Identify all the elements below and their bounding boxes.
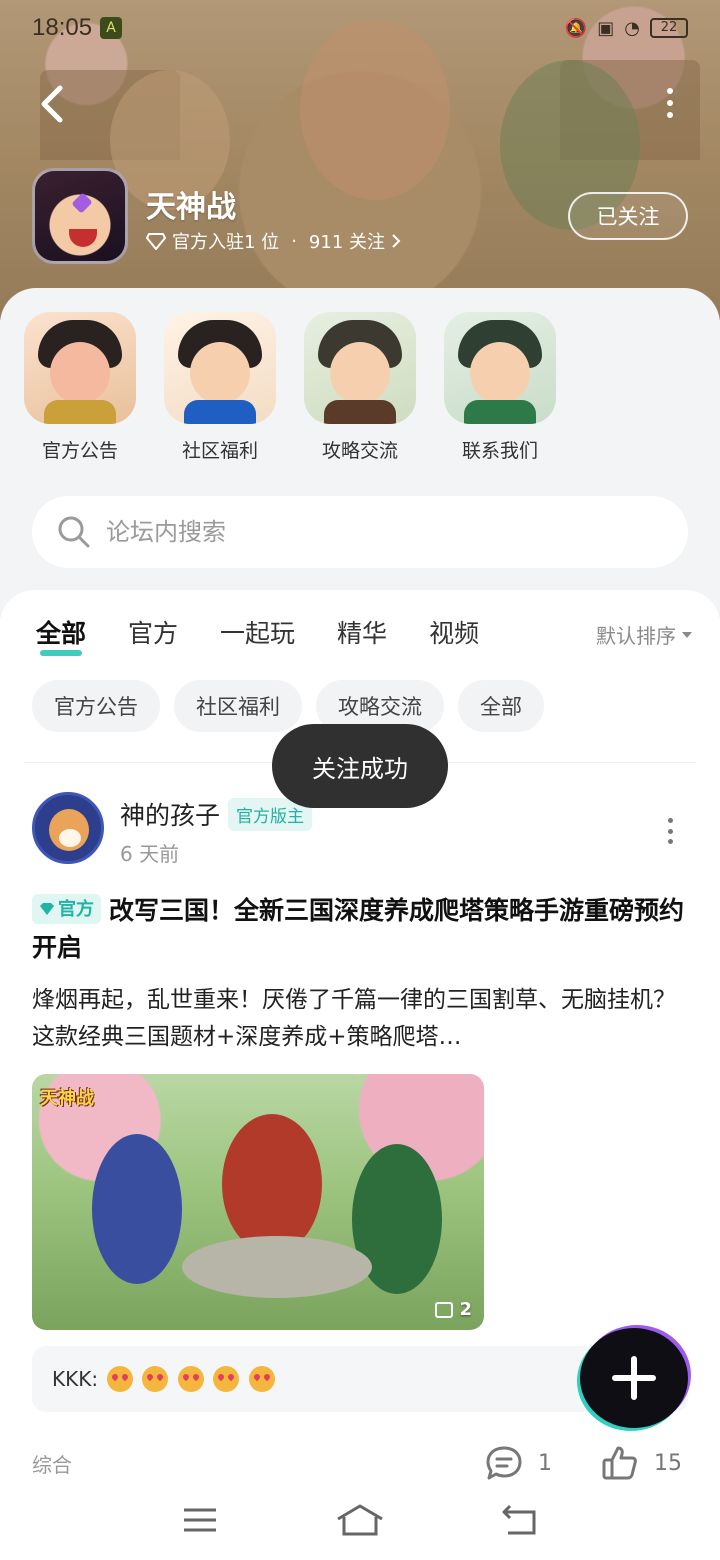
contact-us-avatar xyxy=(444,312,556,424)
heart-diamond-icon xyxy=(40,903,54,915)
toast-follow-success: 关注成功 xyxy=(272,724,448,808)
comment-button[interactable]: 1 xyxy=(484,1444,552,1482)
shortcut-official-announce[interactable]: 官方公告 xyxy=(24,312,136,463)
image-table xyxy=(182,1236,372,1298)
heart-eyes-emoji-icon xyxy=(248,1366,275,1393)
chevron-right-icon xyxy=(392,234,401,248)
chevron-left-icon xyxy=(41,85,63,123)
diamond-icon xyxy=(146,233,166,250)
sort-dropdown[interactable]: 默认排序 xyxy=(596,620,692,649)
sort-label: 默认排序 xyxy=(596,624,676,648)
thumbs-up-icon xyxy=(602,1446,637,1480)
post-image[interactable]: 天神战 2 xyxy=(32,1074,484,1330)
strategy-exchange-avatar xyxy=(304,312,416,424)
shortcut-panel: 官方公告 社区福利 攻略交流 联系我们 xyxy=(0,288,720,618)
status-time: 18:05 xyxy=(32,14,93,41)
author-avatar[interactable] xyxy=(32,792,104,864)
image-count: 2 xyxy=(435,1299,472,1320)
shortcut-strategy-exchange[interactable]: 攻略交流 xyxy=(304,312,416,463)
comment-emojis xyxy=(104,1366,275,1393)
app-notification-icon: A xyxy=(100,17,123,39)
chip-all[interactable]: 全部 xyxy=(458,680,544,732)
back-button[interactable] xyxy=(34,82,74,126)
post-author[interactable]: 神的孩子 官方版主 xyxy=(120,796,313,832)
official-announce-avatar xyxy=(24,312,136,424)
search-bar[interactable] xyxy=(32,496,688,568)
tab-video[interactable]: 视频 xyxy=(429,614,479,658)
meta-separator: · xyxy=(291,230,297,252)
author-name: 神的孩子 xyxy=(120,801,221,830)
back-arrow-icon xyxy=(502,1504,536,1535)
like-count: 15 xyxy=(654,1450,682,1476)
comment-user: KKK: xyxy=(52,1367,99,1391)
post-footer: 综合 1 15 xyxy=(32,1444,682,1482)
follower-count: 911 关注 xyxy=(308,232,385,253)
search-icon xyxy=(58,516,90,548)
comment-count: 1 xyxy=(538,1450,552,1476)
create-post-button[interactable] xyxy=(580,1328,688,1428)
battery-icon: 22 xyxy=(650,18,688,38)
feed-tabs: 全部 官方 一起玩 精华 视频 xyxy=(36,614,479,658)
official-count: 官方入驻1 位 xyxy=(172,232,280,253)
tab-featured[interactable]: 精华 xyxy=(337,614,387,658)
shortcut-community-welfare[interactable]: 社区福利 xyxy=(164,312,276,463)
forum-banner: 18:05 A 🔕 ▣ ◔ 22 天神战 官方入驻1 位 · 911 关注 已关… xyxy=(0,0,720,320)
chip-community-welfare[interactable]: 社区福利 xyxy=(174,680,302,732)
forum-meta[interactable]: 官方入驻1 位 · 911 关注 xyxy=(146,228,401,254)
tab-all[interactable]: 全部 xyxy=(36,614,86,658)
heart-eyes-emoji-icon xyxy=(142,1366,169,1393)
post-more-button[interactable] xyxy=(666,818,674,844)
status-bar: 18:05 A 🔕 ▣ ◔ 22 xyxy=(0,0,720,56)
image-wordmark: 天神战 xyxy=(40,1088,94,1109)
official-tag: 官方 xyxy=(32,894,101,924)
heart-eyes-emoji-icon xyxy=(177,1366,204,1393)
post-title[interactable]: 官方 改写三国！全新三国深度养成爬塔策略手游重磅预约开启 xyxy=(32,892,692,966)
post-title-text: 改写三国！全新三国深度养成爬塔策略手游重磅预约开启 xyxy=(32,896,685,962)
wifi-icon: ◔ xyxy=(624,17,640,39)
community-welfare-avatar xyxy=(164,312,276,424)
plus-icon xyxy=(612,1356,656,1400)
follow-button[interactable]: 已关注 xyxy=(568,192,688,240)
forum-avatar xyxy=(32,168,128,264)
comment-icon xyxy=(486,1446,522,1480)
home-nav-button[interactable] xyxy=(330,1500,390,1540)
more-options-button[interactable] xyxy=(660,88,680,118)
image-character xyxy=(222,1114,322,1254)
tab-official[interactable]: 官方 xyxy=(128,614,178,658)
image-character xyxy=(92,1134,182,1284)
system-navigation-bar xyxy=(0,1480,720,1560)
search-input[interactable] xyxy=(106,518,666,546)
post-category: 综合 xyxy=(32,1452,72,1477)
caret-down-icon xyxy=(682,631,692,638)
sim-icon: ▣ xyxy=(597,17,615,39)
image-stack-icon xyxy=(435,1301,454,1318)
menu-nav-button[interactable] xyxy=(170,1500,230,1540)
post-excerpt[interactable]: 烽烟再起，乱世重来！厌倦了千篇一律的三国割草、无脑挂机？这款经典三国题材+深度养… xyxy=(32,982,688,1056)
shortcut-list: 官方公告 社区福利 攻略交流 联系我们 xyxy=(24,312,556,463)
tab-play-together[interactable]: 一起玩 xyxy=(220,614,295,658)
menu-icon xyxy=(184,1508,216,1532)
shortcut-contact-us[interactable]: 联系我们 xyxy=(444,312,556,463)
post-time: 6 天前 xyxy=(120,842,180,866)
like-button[interactable]: 15 xyxy=(600,1444,682,1482)
home-icon xyxy=(337,1504,383,1536)
feed-card: 全部 官方 一起玩 精华 视频 默认排序 官方公告 社区福利 攻略交流 全部 关… xyxy=(0,590,720,1560)
heart-eyes-emoji-icon xyxy=(213,1366,240,1393)
forum-title: 天神战 xyxy=(146,190,236,225)
heart-eyes-emoji-icon xyxy=(107,1366,134,1393)
mute-icon: 🔕 xyxy=(564,17,588,39)
filter-chips: 官方公告 社区福利 攻略交流 全部 xyxy=(32,680,544,732)
back-nav-button[interactable] xyxy=(490,1500,550,1540)
chip-official-announce[interactable]: 官方公告 xyxy=(32,680,160,732)
